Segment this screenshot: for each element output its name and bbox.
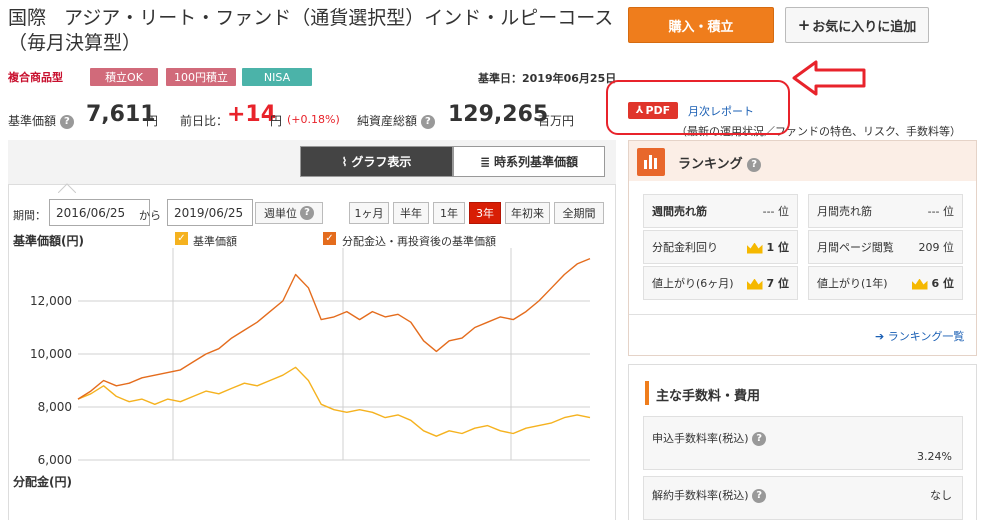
change-unit: 円 bbox=[270, 114, 283, 128]
series-line bbox=[77, 366, 591, 437]
rank-weekly-sales: 週間売れ筋 --- 位 bbox=[643, 194, 798, 228]
fee-application-value: 3.24% bbox=[917, 450, 952, 463]
rank-gain-1y: 値上がり(1年) 6 位 bbox=[808, 266, 963, 300]
fees-accent-bar bbox=[645, 381, 649, 405]
period-button-ytd[interactable]: 年初来 bbox=[505, 202, 550, 224]
nav-axis-title: 基準価額(円) bbox=[13, 234, 84, 248]
ranking-list-link[interactable]: ➔ ランキング一覧 bbox=[875, 328, 964, 344]
tag-tsumitate: 積立OK bbox=[90, 68, 158, 86]
fees-title: 主な手数料・費用 bbox=[656, 389, 761, 404]
from-label: から bbox=[139, 209, 161, 222]
help-icon[interactable]: ? bbox=[752, 489, 767, 503]
fund-company: 国際 bbox=[8, 7, 47, 29]
fee-cancellation-label: 解約手数料率(税込) ? bbox=[652, 487, 767, 503]
nav-chart: 6,0008,00010,00012,0000100 bbox=[30, 248, 591, 467]
crown-icon bbox=[746, 278, 763, 290]
ranking-title: ランキング ? bbox=[678, 153, 762, 172]
date-from-input[interactable]: 2016/06/25 bbox=[49, 199, 150, 226]
crown-icon bbox=[911, 278, 928, 290]
assets-value: 129,265 bbox=[448, 102, 549, 127]
y-tick-label: 10,000 bbox=[30, 347, 72, 361]
legend-nav-checkbox[interactable]: ✓ bbox=[175, 232, 188, 245]
change-pct: (+0.18%) bbox=[287, 113, 340, 126]
tag-nisa: NISA bbox=[242, 68, 312, 86]
rank-gain-6m: 値上がり(6ヶ月) 7 位 bbox=[643, 266, 798, 300]
help-icon[interactable]: ? bbox=[59, 114, 74, 129]
rank-dividend-yield: 分配金利回り 1 位 bbox=[643, 230, 798, 264]
period-button-all[interactable]: 全期間 bbox=[554, 202, 604, 224]
dividend-axis-title: 分配金(円) bbox=[13, 475, 72, 489]
fund-name: アジア・リート・ファンド（通貨選択型）インド・ルピーコース bbox=[64, 7, 614, 29]
fee-cancellation-row: 解約手数料率(税込) ? なし bbox=[643, 476, 963, 520]
assets-unit: 百万円 bbox=[538, 114, 575, 128]
y-tick-label: 8,000 bbox=[38, 400, 72, 414]
period-button-1y[interactable]: 1年 bbox=[433, 202, 465, 224]
nav-label: 基準価額 ? bbox=[8, 112, 74, 129]
help-icon: ? bbox=[300, 206, 314, 220]
help-icon[interactable]: ? bbox=[752, 432, 767, 446]
period-label: 期間： bbox=[13, 209, 46, 222]
tab-graph-view[interactable]: ⌇ グラフ表示 bbox=[300, 146, 453, 177]
crown-icon bbox=[746, 242, 763, 254]
rank-monthly-pageviews: 月間ページ閲覧 209 位 bbox=[808, 230, 963, 264]
fund-title: 国際 アジア・リート・ファンド（通貨選択型）インド・ルピーコース （毎月決算型） bbox=[8, 6, 618, 56]
help-icon[interactable]: ? bbox=[747, 157, 762, 172]
buy-button[interactable]: 購入・積立 bbox=[628, 7, 774, 43]
tab-pointer bbox=[58, 183, 76, 193]
compound-product-label: 複合商品型 bbox=[8, 71, 63, 84]
fee-application-row: 申込手数料率(税込) ? 3.24% bbox=[643, 416, 963, 470]
y-tick-label: 12,000 bbox=[30, 294, 72, 308]
annotation-highlight-box bbox=[606, 80, 790, 135]
period-button-1m[interactable]: 1ヶ月 bbox=[349, 202, 389, 224]
weekly-unit-button[interactable]: 週単位? bbox=[255, 202, 323, 224]
series-line bbox=[77, 257, 591, 400]
base-date: 基準日：2019年06月25日 bbox=[478, 72, 617, 85]
change-value: +14 bbox=[227, 102, 277, 127]
fund-settlement: （毎月決算型） bbox=[8, 32, 142, 54]
favorite-button-label: お気に入りに追加 bbox=[812, 19, 917, 35]
tab-time-series[interactable]: ≣ 時系列基準価額 bbox=[453, 146, 605, 177]
fee-application-label: 申込手数料率(税込) ? bbox=[652, 430, 767, 446]
legend-nav-label: 基準価額 bbox=[193, 235, 237, 248]
ranking-divider bbox=[629, 314, 976, 315]
legend-reinvest-checkbox[interactable]: ✓ bbox=[323, 232, 336, 245]
legend-reinvest-label: 分配金込・再投資後の基準価額 bbox=[342, 235, 496, 248]
period-button-6m[interactable]: 半年 bbox=[393, 202, 429, 224]
add-favorite-button[interactable]: + お気に入りに追加 bbox=[785, 7, 929, 43]
help-icon[interactable]: ? bbox=[420, 114, 435, 129]
nav-unit: 円 bbox=[146, 114, 159, 128]
date-to-input[interactable]: 2019/06/25 bbox=[167, 199, 253, 226]
arrow-right-icon: ➔ bbox=[875, 330, 885, 343]
chart-icon: ⌇ bbox=[341, 154, 348, 169]
annotation-arrow-icon bbox=[792, 60, 866, 96]
tag-100yen: 100円積立 bbox=[166, 68, 236, 86]
plus-icon: + bbox=[797, 16, 811, 34]
change-label: 前日比： bbox=[180, 114, 229, 128]
buy-button-label: 購入・積立 bbox=[668, 19, 734, 35]
rank-monthly-sales: 月間売れ筋 --- 位 bbox=[808, 194, 963, 228]
ranking-chart-icon bbox=[637, 148, 665, 176]
period-button-3y[interactable]: 3年 bbox=[469, 202, 501, 224]
fee-cancellation-value: なし bbox=[930, 489, 952, 502]
list-icon: ≣ bbox=[479, 154, 491, 169]
assets-label: 純資産総額 ? bbox=[357, 112, 435, 129]
y-tick-label: 6,000 bbox=[38, 453, 72, 467]
